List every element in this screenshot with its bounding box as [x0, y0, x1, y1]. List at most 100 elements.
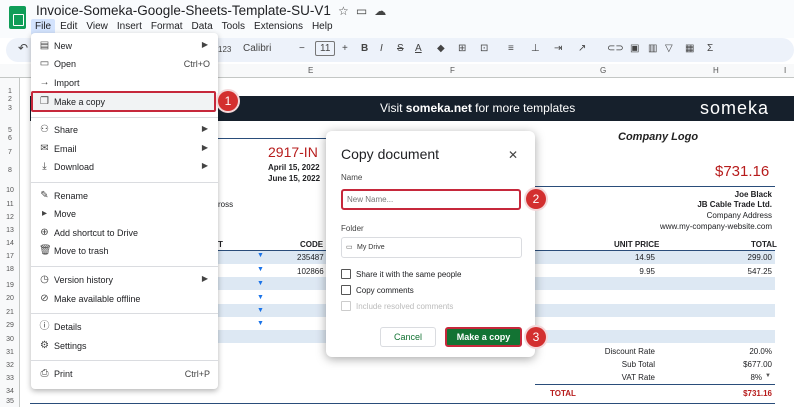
close-icon[interactable]: ✕	[508, 148, 518, 162]
vat-value[interactable]: 8%	[715, 373, 762, 382]
menu-item-open[interactable]: ▭ Open Ctrl+O	[31, 55, 218, 73]
column-header[interactable]: G	[600, 66, 606, 75]
row-header[interactable]: 29	[2, 322, 18, 329]
row-header[interactable]: 34	[2, 388, 18, 395]
menu-item-rename[interactable]: ✎ Rename	[31, 187, 218, 205]
vat-dropdown-icon[interactable]: ▼	[765, 373, 771, 379]
borders-icon[interactable]: ⊞	[458, 43, 466, 54]
menu-tools[interactable]: Tools	[218, 19, 249, 35]
row-header[interactable]: 13	[2, 227, 18, 234]
wrap-icon[interactable]: ⇥	[554, 43, 562, 54]
column-header[interactable]: E	[308, 66, 313, 75]
menu-item-new[interactable]: ▤ New ▶	[31, 37, 218, 55]
menu-item-print[interactable]: ⎙ Print Ctrl+P	[31, 365, 218, 383]
valign-icon[interactable]: ⊥	[531, 43, 540, 54]
share-checkbox-label[interactable]: Share it with the same people	[356, 270, 461, 279]
cloud-icon[interactable]: ☁	[371, 4, 386, 18]
banner-text[interactable]: Visit someka.net for more templates	[380, 101, 575, 115]
sheets-logo-icon[interactable]	[9, 6, 26, 29]
column-header[interactable]: I	[784, 66, 786, 75]
fill-color-icon[interactable]: ◆	[437, 43, 445, 54]
row-header[interactable]: 18	[2, 266, 18, 273]
row-header[interactable]: 31	[2, 349, 18, 356]
text-color-icon[interactable]: A	[415, 43, 422, 54]
link-icon[interactable]: ⊂⊃	[607, 43, 624, 54]
row-header[interactable]: 1	[2, 88, 18, 95]
row-header[interactable]: 2	[2, 96, 18, 103]
functions-icon[interactable]: Σ	[707, 43, 713, 54]
row-header[interactable]: 17	[2, 253, 18, 260]
font-increase-icon[interactable]: +	[342, 43, 348, 54]
row-header[interactable]: 8	[2, 167, 18, 174]
menu-extensions[interactable]: Extensions	[250, 19, 307, 35]
font-size-input[interactable]: 11	[315, 41, 336, 56]
dropdown-arrow-icon[interactable]: ▼	[257, 266, 264, 273]
copy-comments-checkbox[interactable]	[341, 285, 351, 295]
total-cell[interactable]: 299.00	[715, 253, 772, 262]
align-icon[interactable]: ≡	[508, 43, 514, 54]
bold-icon[interactable]: B	[361, 43, 368, 54]
font-decrease-icon[interactable]: −	[299, 43, 305, 54]
row-header[interactable]: 10	[2, 187, 18, 194]
dropdown-arrow-icon[interactable]: ▼	[257, 307, 264, 314]
code-cell[interactable]: 102866	[297, 267, 324, 276]
menu-item-download[interactable]: ⤓ Download ▶	[31, 158, 218, 176]
menu-item-offline[interactable]: ⊘ Make available offline	[31, 290, 218, 308]
row-header[interactable]: 35	[2, 398, 18, 405]
folder-icon[interactable]: ▭	[353, 4, 367, 18]
unit-price-cell[interactable]: 9.95	[600, 267, 655, 276]
unit-price-cell[interactable]: 14.95	[600, 253, 655, 262]
menu-item-email[interactable]: ✉ Email ▶	[31, 140, 218, 158]
row-header[interactable]: 21	[2, 309, 18, 316]
menu-item-move-trash[interactable]: 🗑 Move to trash	[31, 242, 218, 260]
cancel-button[interactable]: Cancel	[380, 327, 436, 347]
menu-item-version-history[interactable]: ◷ Version history ▶	[31, 271, 218, 289]
dropdown-arrow-icon[interactable]: ▼	[257, 294, 264, 301]
menu-item-import[interactable]: → Import	[31, 74, 218, 92]
dropdown-arrow-icon[interactable]: ▼	[257, 320, 264, 327]
column-header[interactable]: F	[450, 66, 455, 75]
italic-icon[interactable]: I	[380, 43, 383, 54]
undo-icon[interactable]: ↶	[18, 41, 28, 55]
total-cell[interactable]: 547.25	[715, 267, 772, 276]
menu-item-move[interactable]: ▸ Move	[31, 205, 218, 223]
menu-item-add-shortcut[interactable]: ⊕ Add shortcut to Drive	[31, 224, 218, 242]
someka-logo[interactable]: someka	[700, 98, 769, 119]
menu-help[interactable]: Help	[308, 19, 337, 35]
dropdown-arrow-icon[interactable]: ▼	[257, 280, 264, 287]
folder-value[interactable]: My Drive	[357, 244, 385, 251]
font-select[interactable]: Calibri	[243, 43, 271, 54]
row-header[interactable]: 32	[2, 362, 18, 369]
banner-site-link[interactable]: someka.net	[406, 101, 472, 115]
row-header[interactable]: 14	[2, 240, 18, 247]
merge-icon[interactable]: ⊡	[480, 43, 488, 54]
row-header[interactable]: 7	[2, 149, 18, 156]
star-icon[interactable]: ☆	[335, 4, 349, 18]
copy-comments-label[interactable]: Copy comments	[356, 286, 414, 295]
menu-item-settings[interactable]: ⚙ Settings	[31, 337, 218, 355]
row-header[interactable]: 19	[2, 282, 18, 289]
row-header[interactable]: 12	[2, 214, 18, 221]
make-copy-button[interactable]: Make a copy	[445, 327, 522, 347]
comment-icon[interactable]: ▣	[630, 43, 639, 54]
row-header[interactable]: 3	[2, 105, 18, 112]
row-header[interactable]: 33	[2, 375, 18, 382]
document-title[interactable]: Invoice-Someka-Google-Sheets-Template-SU…	[36, 3, 386, 18]
name-input[interactable]	[341, 189, 521, 210]
strikethrough-icon[interactable]: S	[397, 43, 404, 54]
column-header[interactable]: H	[713, 66, 719, 75]
row-header[interactable]: 30	[2, 336, 18, 343]
row-header[interactable]: 20	[2, 295, 18, 302]
dropdown-arrow-icon[interactable]: ▼	[257, 252, 264, 259]
document-title-text[interactable]: Invoice-Someka-Google-Sheets-Template-SU…	[36, 3, 331, 18]
menu-item-details[interactable]: ⓘ Details	[31, 318, 218, 336]
filter-icon[interactable]: ▽	[665, 43, 673, 54]
discount-value[interactable]: 20.0%	[715, 347, 772, 356]
row-header[interactable]: 11	[2, 201, 18, 208]
share-checkbox[interactable]	[341, 269, 351, 279]
code-cell[interactable]: 235487	[297, 253, 324, 262]
menu-item-share[interactable]: ⚇ Share ▶	[31, 121, 218, 139]
rotate-icon[interactable]: ↗	[578, 43, 586, 54]
filter-views-icon[interactable]: ▦	[685, 43, 694, 54]
number-format-button[interactable]: 123	[218, 45, 231, 54]
